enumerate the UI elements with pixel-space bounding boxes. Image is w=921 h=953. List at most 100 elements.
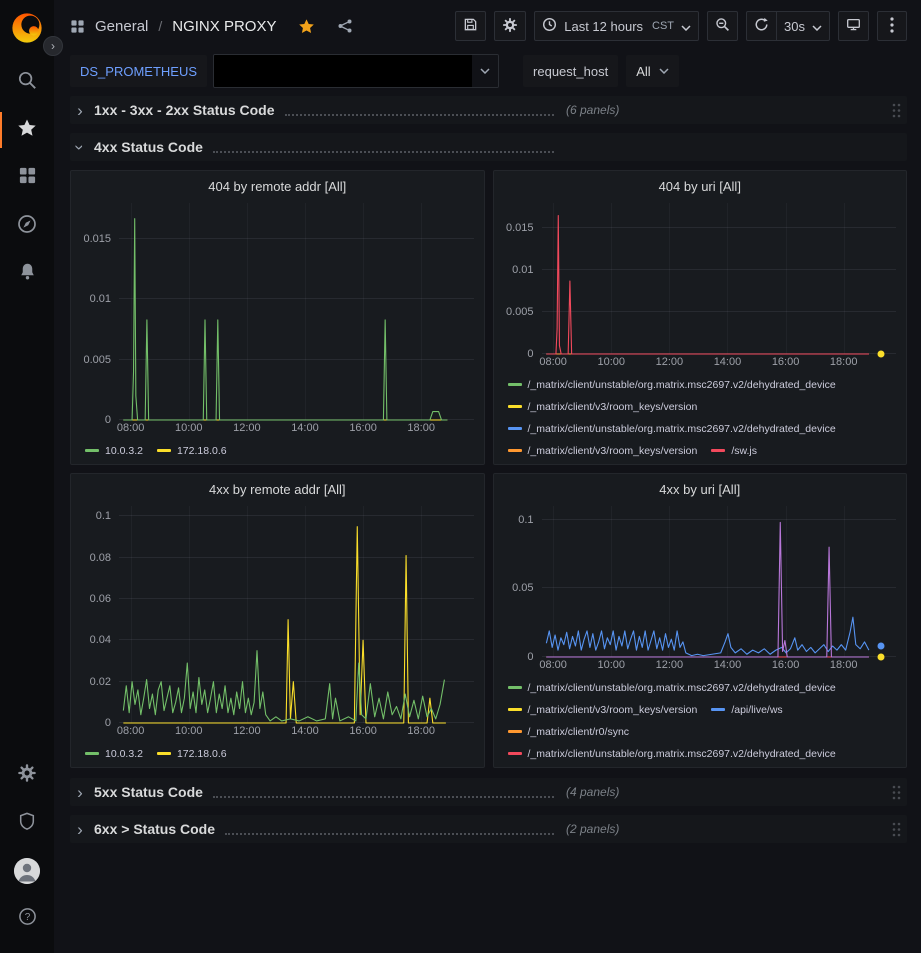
sidebar-item-profile[interactable] [0, 847, 54, 895]
panel-header[interactable]: 4xx by remote addr [All] [71, 474, 484, 504]
gear-icon [502, 17, 518, 36]
x-axis: 08:0010:0012:0014:0016:0018:00 [500, 354, 897, 371]
refresh-interval-dropdown[interactable]: 30s [777, 11, 830, 41]
x-axis-spacer [77, 420, 119, 437]
dashboard-row-4xx[interactable]: › 4xx Status Code [70, 133, 907, 161]
panel-header[interactable]: 404 by remote addr [All] [71, 171, 484, 201]
cycle-view-mode-button[interactable] [838, 11, 869, 41]
chevron-right-icon: › [72, 102, 88, 119]
legend-label: /_matrix/client/v3/room_keys/version [528, 704, 698, 716]
panel-header[interactable]: 4xx by uri [All] [494, 474, 907, 504]
favorite-star-icon[interactable] [298, 18, 315, 35]
legend-item[interactable]: /_matrix/client/unstable/org.matrix.msc2… [508, 421, 836, 436]
legend-item[interactable]: /sw.js [711, 443, 757, 458]
legend-item[interactable]: 10.0.3.2 [85, 746, 143, 761]
more-options-menu[interactable] [877, 11, 907, 41]
x-axis-labels: 08:0010:0012:0014:0016:0018:00 [119, 420, 474, 437]
x-tick-label: 08:00 [539, 356, 567, 368]
legend-item[interactable]: /_matrix/client/r0/sync [508, 724, 630, 739]
datasource-variable-select[interactable] [213, 54, 499, 88]
panel-title[interactable]: 404 by uri [All] [659, 179, 741, 194]
legend: /_matrix/client/unstable/org.matrix.msc2… [500, 674, 897, 767]
series-plot [542, 203, 897, 354]
legend-label: 10.0.3.2 [105, 445, 143, 457]
panel-header[interactable]: 404 by uri [All] [494, 171, 907, 201]
y-tick-label: 0.08 [90, 552, 111, 564]
legend-item[interactable]: /_matrix/client/v3/room_keys/version [508, 702, 698, 717]
clock-icon [542, 17, 557, 35]
legend-item[interactable]: /_matrix/client/v3/room_keys/version [508, 443, 698, 458]
refresh-button[interactable] [746, 11, 777, 41]
dashboard-title[interactable]: NGINX PROXY [172, 18, 276, 35]
legend-item[interactable]: 172.18.0.6 [157, 746, 227, 761]
series-plot [119, 506, 474, 723]
request-host-variable-label: request_host [523, 55, 618, 87]
sidebar-item-configuration[interactable] [0, 751, 54, 799]
help-icon: ? [18, 907, 37, 931]
sidebar-expand-button[interactable]: › [43, 36, 63, 56]
row-drag-handle[interactable] [892, 785, 901, 800]
legend-item[interactable]: /_matrix/client/unstable/org.matrix.msc2… [508, 377, 836, 392]
datasource-variable-label[interactable]: DS_PROMETHEUS [70, 55, 207, 87]
sidebar-item-server-admin[interactable] [0, 799, 54, 847]
plot-row: 00.0050.010.015 [77, 203, 474, 420]
share-icon[interactable] [337, 18, 353, 34]
star-icon [17, 118, 37, 143]
legend-swatch [85, 752, 99, 755]
sidebar-item-search[interactable] [0, 58, 54, 106]
dashboard-row-6xx[interactable]: › 6xx > Status Code (2 panels) [70, 815, 907, 843]
datasource-variable-value[interactable] [214, 55, 472, 87]
main-area: General / NGINX PROXY [54, 0, 921, 953]
breadcrumb: General / NGINX PROXY [70, 18, 353, 35]
sidebar-item-help[interactable]: ? [0, 895, 54, 943]
legend-item[interactable]: /_matrix/client/unstable/org.matrix.msc2… [508, 680, 836, 695]
dashboard-row-1xx-3xx-2xx[interactable]: › 1xx - 3xx - 2xx Status Code (6 panels) [70, 96, 907, 124]
legend-label: /sw.js [731, 445, 757, 457]
legend-label: /_matrix/client/unstable/org.matrix.msc2… [528, 379, 836, 391]
sidebar-item-alerting[interactable] [0, 250, 54, 298]
x-tick-label: 08:00 [117, 725, 145, 737]
legend-item[interactable]: 10.0.3.2 [85, 443, 143, 458]
refresh-interval-label: 30s [784, 19, 805, 34]
request-host-variable-select[interactable]: All [626, 55, 678, 87]
breadcrumb-folder[interactable]: General [95, 18, 148, 35]
sidebar-item-dashboards[interactable] [0, 154, 54, 202]
y-tick-label: 0.005 [83, 354, 111, 366]
x-axis-labels: 08:0010:0012:0014:0016:0018:00 [542, 354, 897, 371]
panel-4xx-by-uri: 4xx by uri [All] 00.050.108:0010:0012:00… [493, 473, 908, 768]
dashboard-row-5xx[interactable]: › 5xx Status Code (4 panels) [70, 778, 907, 806]
apps-grid-icon[interactable] [70, 19, 85, 34]
y-tick-label: 0.015 [506, 222, 534, 234]
panel-title[interactable]: 4xx by remote addr [All] [209, 482, 346, 497]
x-tick-label: 18:00 [830, 356, 858, 368]
grafana-logo-icon[interactable] [9, 10, 45, 46]
x-tick-label: 14:00 [714, 356, 742, 368]
row-drag-handle[interactable] [892, 822, 901, 837]
time-range-picker[interactable]: Last 12 hours CST [534, 11, 699, 41]
row-left: › 5xx Status Code [72, 784, 558, 801]
sidebar-item-explore[interactable] [0, 202, 54, 250]
panel-title[interactable]: 4xx by uri [All] [659, 482, 740, 497]
panel-title[interactable]: 404 by remote addr [All] [208, 179, 346, 194]
dashboard-settings-button[interactable] [494, 11, 526, 41]
legend-label: /_matrix/client/unstable/org.matrix.msc2… [528, 423, 836, 435]
legend-swatch [508, 383, 522, 386]
sidebar-item-starred[interactable] [0, 106, 54, 154]
zoom-out-button[interactable] [707, 11, 738, 41]
row-drag-handle[interactable] [892, 103, 901, 118]
x-tick-label: 14:00 [291, 422, 319, 434]
save-dashboard-button[interactable] [455, 11, 486, 41]
legend-item[interactable]: /api/live/ws [711, 702, 782, 717]
panel-4xx-by-remote-addr: 4xx by remote addr [All] 00.020.040.060.… [70, 473, 485, 768]
legend-item[interactable]: 172.18.0.6 [157, 443, 227, 458]
row-title: 5xx Status Code [94, 784, 203, 800]
legend-item[interactable]: /_matrix/client/v3/room_keys/version [508, 399, 698, 414]
legend-label: 172.18.0.6 [177, 748, 227, 760]
row-left: › 4xx Status Code [72, 139, 558, 156]
dotted-leader [285, 113, 554, 116]
legend: /_matrix/client/unstable/org.matrix.msc2… [500, 371, 897, 464]
legend-item[interactable]: /_matrix/client/unstable/org.matrix.msc2… [508, 746, 836, 761]
legend-swatch [508, 686, 522, 689]
y-tick-label: 0 [105, 414, 111, 426]
refresh-icon [754, 17, 769, 35]
